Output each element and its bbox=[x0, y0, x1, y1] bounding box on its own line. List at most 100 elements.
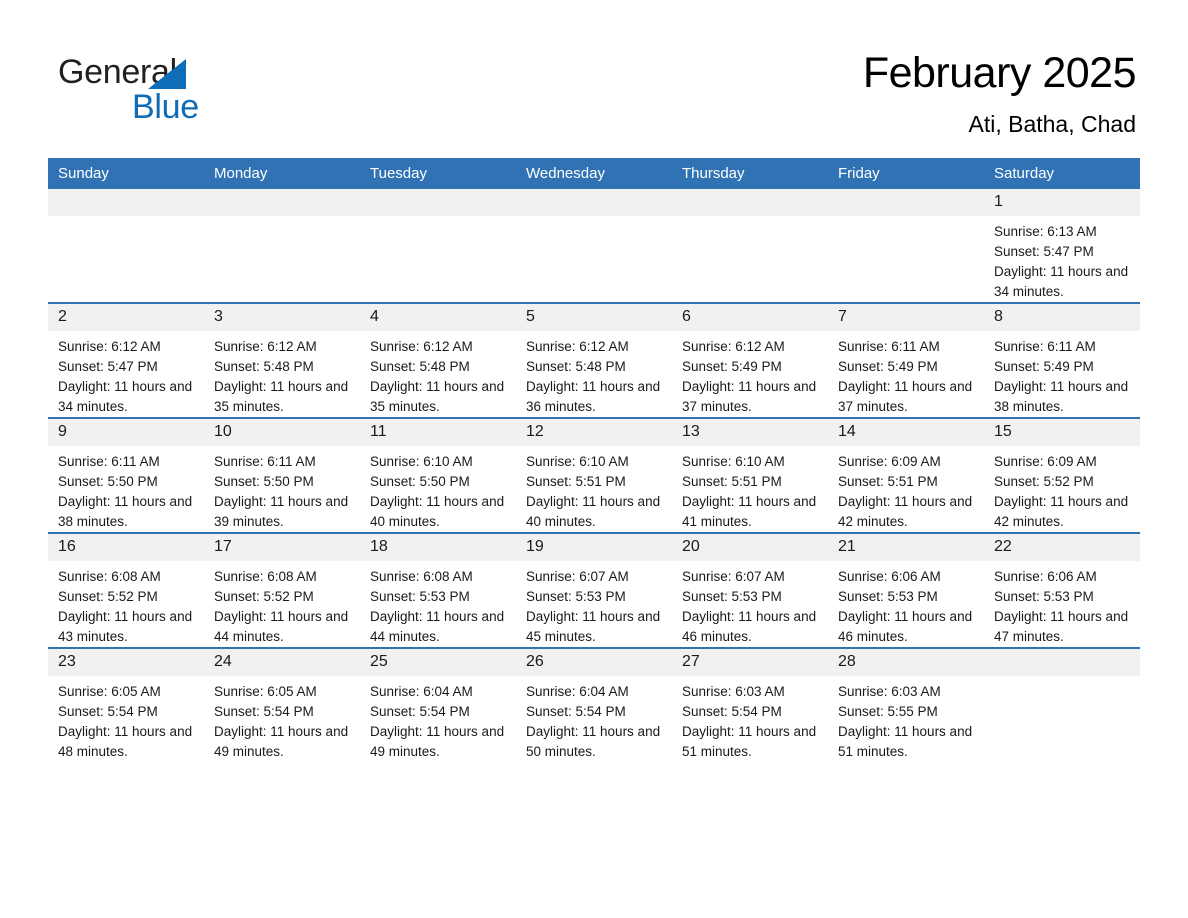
calendar-day-cell[interactable]: 8 Sunrise: 6:11 AM Sunset: 5:49 PM Daylight… bbox=[984, 302, 1140, 418]
calendar-grid-container: Sunday Monday Tuesday Wednesday Thursday… bbox=[48, 158, 1140, 762]
day-number: 24 bbox=[204, 649, 360, 676]
day-number: 1 bbox=[984, 189, 1140, 216]
day-number: 13 bbox=[672, 419, 828, 446]
calendar-day-cell[interactable]: 26 Sunrise: 6:04 AM Sunset: 5:54 PM Dayligh… bbox=[516, 647, 672, 762]
day-details: Sunrise: 6:12 AM Sunset: 5:48 PM Daylight:… bbox=[204, 331, 360, 417]
daylight-text: Daylight: 11 hours and 38 minutes. bbox=[994, 379, 1129, 414]
calendar-day-cell[interactable]: 24 Sunrise: 6:05 AM Sunset: 5:54 PM Dayligh… bbox=[204, 647, 360, 762]
day-number: 3 bbox=[204, 304, 360, 331]
sunset-text: Sunset: 5:49 PM bbox=[994, 359, 1094, 374]
sunset-text: Sunset: 5:53 PM bbox=[994, 589, 1094, 604]
sunset-text: Sunset: 5:52 PM bbox=[58, 589, 158, 604]
calendar-day-cell-empty bbox=[984, 647, 1140, 762]
day-number: 18 bbox=[360, 534, 516, 561]
daylight-text: Daylight: 11 hours and 42 minutes. bbox=[994, 494, 1129, 529]
sunset-text: Sunset: 5:48 PM bbox=[370, 359, 470, 374]
calendar-day-cell[interactable]: 22 Sunrise: 6:06 AM Sunset: 5:53 PM Dayligh… bbox=[984, 532, 1140, 648]
daylight-text: Daylight: 11 hours and 44 minutes. bbox=[214, 609, 349, 644]
calendar-day-cell[interactable]: 5 Sunrise: 6:12 AM Sunset: 5:48 PM Daylight… bbox=[516, 302, 672, 418]
day-number: 16 bbox=[48, 534, 204, 561]
calendar-day-cell[interactable]: 6 Sunrise: 6:12 AM Sunset: 5:49 PM Daylight… bbox=[672, 302, 828, 418]
sunrise-text: Sunrise: 6:12 AM bbox=[526, 339, 629, 354]
calendar-day-cell[interactable]: 9 Sunrise: 6:11 AM Sunset: 5:50 PM Daylight… bbox=[48, 417, 204, 533]
calendar-day-cell[interactable]: 28 Sunrise: 6:03 AM Sunset: 5:55 PM Dayligh… bbox=[828, 647, 984, 762]
daylight-text: Daylight: 11 hours and 44 minutes. bbox=[370, 609, 505, 644]
weekday-header-thursday: Thursday bbox=[672, 158, 828, 189]
weekday-header-tuesday: Tuesday bbox=[360, 158, 516, 189]
calendar-day-cell[interactable]: 25 Sunrise: 6:04 AM Sunset: 5:54 PM Dayligh… bbox=[360, 647, 516, 762]
sunset-text: Sunset: 5:55 PM bbox=[838, 704, 938, 719]
sunrise-text: Sunrise: 6:08 AM bbox=[370, 569, 473, 584]
calendar-day-cell[interactable]: 20 Sunrise: 6:07 AM Sunset: 5:53 PM Dayligh… bbox=[672, 532, 828, 648]
sunrise-text: Sunrise: 6:10 AM bbox=[370, 454, 473, 469]
weekday-header-wednesday: Wednesday bbox=[516, 158, 672, 189]
day-details: Sunrise: 6:08 AM Sunset: 5:52 PM Daylight:… bbox=[204, 561, 360, 647]
calendar-day-cell[interactable]: 1 Sunrise: 6:13 AM Sunset: 5:47 PM Daylight… bbox=[984, 189, 1140, 303]
day-details bbox=[360, 216, 516, 222]
day-details bbox=[828, 216, 984, 222]
calendar-day-cell[interactable]: 10 Sunrise: 6:11 AM Sunset: 5:50 PM Dayligh… bbox=[204, 417, 360, 533]
sunrise-text: Sunrise: 6:06 AM bbox=[838, 569, 941, 584]
day-number: 5 bbox=[516, 304, 672, 331]
calendar-day-cell[interactable]: 16 Sunrise: 6:08 AM Sunset: 5:52 PM Dayligh… bbox=[48, 532, 204, 648]
sunrise-text: Sunrise: 6:05 AM bbox=[58, 684, 161, 699]
calendar-week-row: 1 Sunrise: 6:13 AM Sunset: 5:47 PM Daylight… bbox=[48, 189, 1140, 303]
calendar-table: Sunday Monday Tuesday Wednesday Thursday… bbox=[48, 158, 1140, 762]
day-number: 22 bbox=[984, 534, 1140, 561]
day-details: Sunrise: 6:07 AM Sunset: 5:53 PM Daylight:… bbox=[672, 561, 828, 647]
day-details: Sunrise: 6:10 AM Sunset: 5:50 PM Daylight:… bbox=[360, 446, 516, 532]
day-details: Sunrise: 6:11 AM Sunset: 5:50 PM Daylight:… bbox=[48, 446, 204, 532]
day-number bbox=[672, 189, 828, 216]
daylight-text: Daylight: 11 hours and 46 minutes. bbox=[838, 609, 973, 644]
calendar-day-cell[interactable]: 23 Sunrise: 6:05 AM Sunset: 5:54 PM Dayligh… bbox=[48, 647, 204, 762]
generalblue-logo[interactable]: General Blue bbox=[58, 52, 258, 130]
day-number: 7 bbox=[828, 304, 984, 331]
calendar-week-row: 16 Sunrise: 6:08 AM Sunset: 5:52 PM Dayligh… bbox=[48, 532, 1140, 648]
sunset-text: Sunset: 5:49 PM bbox=[682, 359, 782, 374]
calendar-day-cell-empty bbox=[48, 189, 204, 303]
calendar-day-cell[interactable]: 11 Sunrise: 6:10 AM Sunset: 5:50 PM Dayligh… bbox=[360, 417, 516, 533]
daylight-text: Daylight: 11 hours and 41 minutes. bbox=[682, 494, 817, 529]
calendar-day-cell[interactable]: 7 Sunrise: 6:11 AM Sunset: 5:49 PM Daylight… bbox=[828, 302, 984, 418]
logo-triangle-icon bbox=[148, 59, 186, 89]
day-details bbox=[48, 216, 204, 222]
sunrise-text: Sunrise: 6:04 AM bbox=[370, 684, 473, 699]
sunrise-text: Sunrise: 6:03 AM bbox=[682, 684, 785, 699]
day-details: Sunrise: 6:04 AM Sunset: 5:54 PM Daylight:… bbox=[516, 676, 672, 762]
calendar-day-cell[interactable]: 15 Sunrise: 6:09 AM Sunset: 5:52 PM Dayligh… bbox=[984, 417, 1140, 533]
day-number: 15 bbox=[984, 419, 1140, 446]
day-details bbox=[672, 216, 828, 222]
calendar-day-cell[interactable]: 3 Sunrise: 6:12 AM Sunset: 5:48 PM Daylight… bbox=[204, 302, 360, 418]
day-details: Sunrise: 6:12 AM Sunset: 5:48 PM Daylight:… bbox=[360, 331, 516, 417]
sunset-text: Sunset: 5:50 PM bbox=[214, 474, 314, 489]
sunrise-text: Sunrise: 6:08 AM bbox=[58, 569, 161, 584]
calendar-day-cell[interactable]: 13 Sunrise: 6:10 AM Sunset: 5:51 PM Dayligh… bbox=[672, 417, 828, 533]
calendar-day-cell[interactable]: 21 Sunrise: 6:06 AM Sunset: 5:53 PM Dayligh… bbox=[828, 532, 984, 648]
calendar-day-cell[interactable]: 19 Sunrise: 6:07 AM Sunset: 5:53 PM Dayligh… bbox=[516, 532, 672, 648]
calendar-day-cell[interactable]: 17 Sunrise: 6:08 AM Sunset: 5:52 PM Dayligh… bbox=[204, 532, 360, 648]
calendar-day-cell[interactable]: 14 Sunrise: 6:09 AM Sunset: 5:51 PM Dayligh… bbox=[828, 417, 984, 533]
calendar-week-row: 23 Sunrise: 6:05 AM Sunset: 5:54 PM Dayligh… bbox=[48, 647, 1140, 762]
daylight-text: Daylight: 11 hours and 45 minutes. bbox=[526, 609, 661, 644]
calendar-day-cell[interactable]: 27 Sunrise: 6:03 AM Sunset: 5:54 PM Dayligh… bbox=[672, 647, 828, 762]
daylight-text: Daylight: 11 hours and 36 minutes. bbox=[526, 379, 661, 414]
day-details: Sunrise: 6:10 AM Sunset: 5:51 PM Daylight:… bbox=[672, 446, 828, 532]
sunrise-text: Sunrise: 6:05 AM bbox=[214, 684, 317, 699]
calendar-day-cell[interactable]: 18 Sunrise: 6:08 AM Sunset: 5:53 PM Dayligh… bbox=[360, 532, 516, 648]
day-number: 12 bbox=[516, 419, 672, 446]
sunrise-text: Sunrise: 6:11 AM bbox=[838, 339, 940, 354]
day-details: Sunrise: 6:08 AM Sunset: 5:52 PM Daylight:… bbox=[48, 561, 204, 647]
calendar-day-cell[interactable]: 4 Sunrise: 6:12 AM Sunset: 5:48 PM Daylight… bbox=[360, 302, 516, 418]
calendar-day-cell[interactable]: 2 Sunrise: 6:12 AM Sunset: 5:47 PM Daylight… bbox=[48, 302, 204, 418]
sunrise-text: Sunrise: 6:07 AM bbox=[526, 569, 629, 584]
day-number: 2 bbox=[48, 304, 204, 331]
calendar-header-row: Sunday Monday Tuesday Wednesday Thursday… bbox=[48, 158, 1140, 189]
day-number: 4 bbox=[360, 304, 516, 331]
sunrise-text: Sunrise: 6:04 AM bbox=[526, 684, 629, 699]
day-details: Sunrise: 6:13 AM Sunset: 5:47 PM Daylight:… bbox=[984, 216, 1140, 302]
sunset-text: Sunset: 5:50 PM bbox=[58, 474, 158, 489]
calendar-week-row: 9 Sunrise: 6:11 AM Sunset: 5:50 PM Daylight… bbox=[48, 417, 1140, 533]
daylight-text: Daylight: 11 hours and 50 minutes. bbox=[526, 724, 661, 759]
calendar-day-cell[interactable]: 12 Sunrise: 6:10 AM Sunset: 5:51 PM Dayligh… bbox=[516, 417, 672, 533]
calendar-day-cell-empty bbox=[672, 189, 828, 303]
